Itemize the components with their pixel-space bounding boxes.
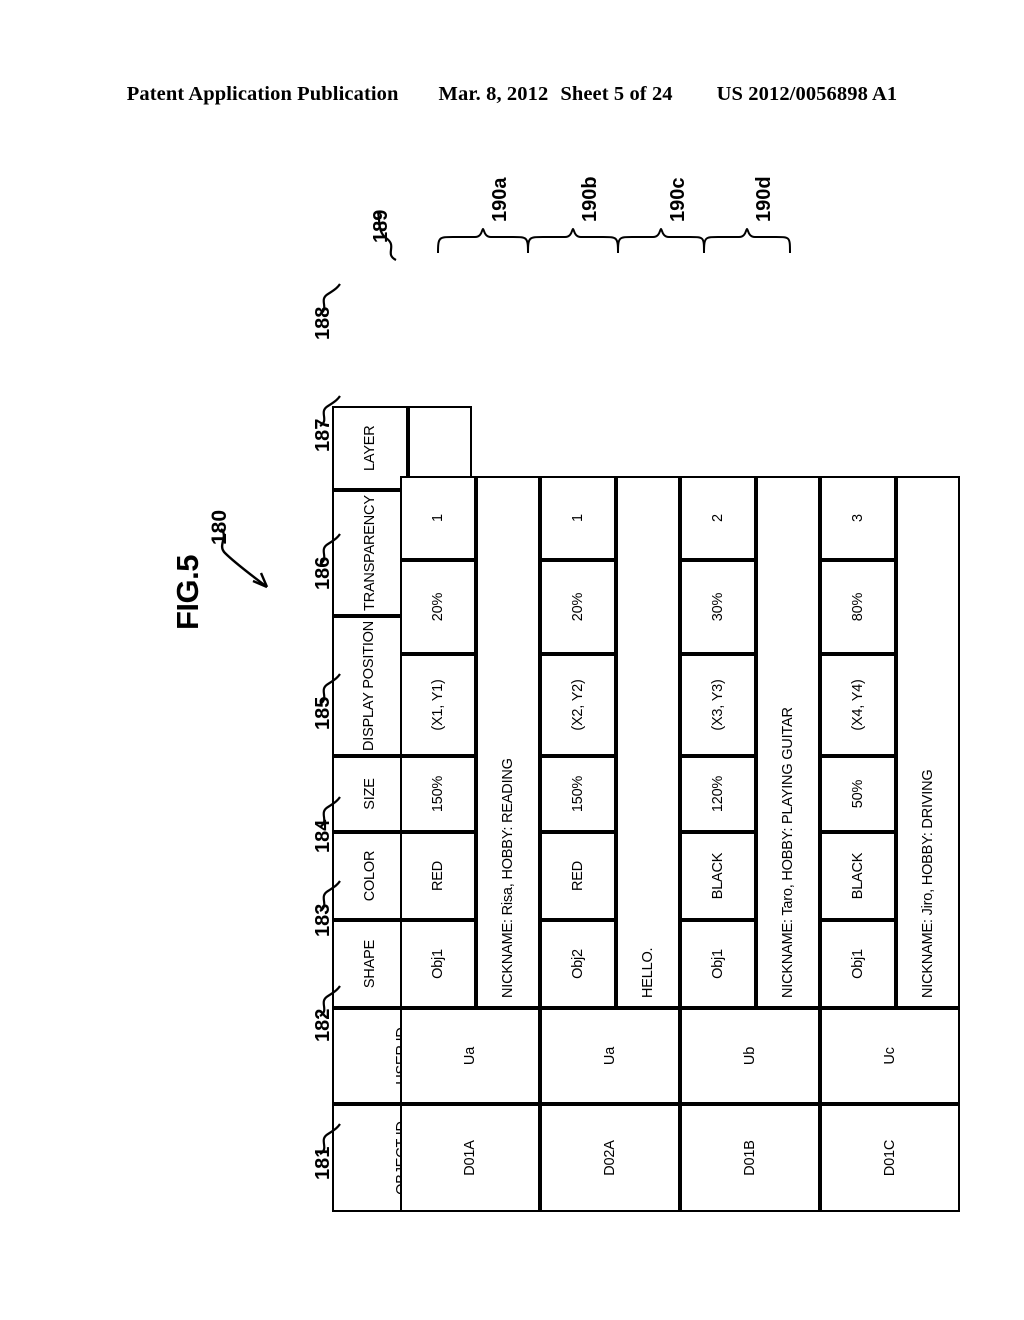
cell-shape: Obj1: [680, 920, 756, 1008]
cell-user-id: Uc: [820, 1008, 960, 1104]
cell-layer: 1: [400, 476, 476, 560]
cell-layer: 1: [540, 476, 616, 560]
cell-display-information: NICKNAME: Taro, HOBBY: PLAYING GUITAR: [756, 476, 820, 1008]
cell-color: RED: [400, 832, 476, 920]
cell-transparency: 20%: [400, 560, 476, 654]
cell-display-position: (X2, Y2): [540, 654, 616, 756]
cell-shape: Obj1: [820, 920, 896, 1008]
leader-squiggle-182: [319, 985, 341, 1017]
leader-squiggle-184: [319, 796, 341, 828]
publication-date: Mar. 8, 2012: [438, 83, 549, 105]
column-header-layer: LAYER: [332, 406, 408, 491]
figure-title: FIG.5: [170, 554, 205, 630]
table-row[interactable]: D01C Uc Obj1 BLACK 50% (X4, Y4) 80% 3: [820, 476, 960, 1212]
leader-squiggle-188: [319, 283, 341, 315]
cell-color: BLACK: [820, 832, 896, 920]
cell-user-id: Ua: [540, 1008, 680, 1104]
cell-object-id: D01B: [680, 1104, 820, 1212]
patent-number: US 2012/0056898 A1: [716, 83, 898, 105]
cell-transparency: 30%: [680, 560, 756, 654]
brace-190c: [617, 228, 705, 254]
cell-display-information: NICKNAME: Risa, HOBBY: READING: [476, 476, 540, 1008]
leader-squiggle-181: [319, 1123, 341, 1155]
cell-transparency: 20%: [540, 560, 616, 654]
cell-display-position: (X1, Y1): [400, 654, 476, 756]
cell-display-information: NICKNAME: Jiro, HOBBY: DRIVING: [896, 476, 960, 1008]
cell-user-id: Ua: [400, 1008, 540, 1104]
cell-display-position: (X4, Y4): [820, 654, 896, 756]
cell-object-id: D02A: [540, 1104, 680, 1212]
cell-size: 50%: [820, 756, 896, 832]
leader-arrow-180: [220, 528, 269, 589]
ref-190d: 190d: [753, 176, 775, 222]
leader-squiggle-183: [319, 880, 341, 912]
ref-190a: 190a: [489, 177, 511, 223]
cell-user-id: Ub: [680, 1008, 820, 1104]
cell-shape: Obj2: [540, 920, 616, 1008]
cell-layer: 2: [680, 476, 756, 560]
cell-size: 150%: [540, 756, 616, 832]
page-header: Patent Application Publication Mar. 8, 20…: [0, 83, 1024, 106]
table-data-block: D01A Ua Obj1 RED 150% (X1, Y1) 20% 1 NIC…: [400, 476, 960, 1212]
cell-object-id: D01C: [820, 1104, 960, 1212]
cell-size: 120%: [680, 756, 756, 832]
column-header-color: COLOR: [332, 832, 408, 920]
leader-squiggle-185: [319, 673, 341, 705]
ref-190b: 190b: [579, 176, 601, 222]
cell-display-position: (X3, Y3): [680, 654, 756, 756]
leader-squiggle-189: [376, 211, 397, 261]
cell-layer: 3: [820, 476, 896, 560]
table-row[interactable]: D01B Ub Obj1 BLACK 120% (X3, Y3) 30% 2: [680, 476, 820, 1212]
table-row[interactable]: D02A Ua Obj2 RED 150% (X2, Y2) 20% 1: [540, 476, 680, 1212]
cell-color: RED: [540, 832, 616, 920]
cell-shape: Obj1: [400, 920, 476, 1008]
table-row[interactable]: D01A Ua Obj1 RED 150% (X1, Y1) 20% 1: [400, 476, 540, 1212]
cell-display-information: HELLO.: [616, 476, 680, 1008]
brace-190d: [703, 228, 791, 254]
cell-size: 150%: [400, 756, 476, 832]
brace-190a: [437, 228, 529, 254]
cell-object-id: D01A: [400, 1104, 540, 1212]
leader-squiggle-187: [319, 395, 341, 427]
sheet-number: Sheet 5 of 24: [560, 83, 673, 105]
cell-transparency: 80%: [820, 560, 896, 654]
cell-color: BLACK: [680, 832, 756, 920]
column-header-shape: SHAPE: [332, 920, 408, 1008]
column-header-transparency: TRANSPARENCY: [332, 490, 408, 616]
publication-label: Patent Application Publication: [126, 83, 399, 105]
brace-190b: [527, 228, 619, 254]
column-header-display-position: DISPLAY POSITION: [332, 615, 408, 756]
object-management-table: OBJECT ID USER ID SHAPE COLOR SIZE DISPL…: [332, 252, 960, 1212]
column-header-size: SIZE: [332, 756, 408, 832]
leader-squiggle-186: [319, 533, 341, 565]
ref-190c: 190c: [667, 177, 689, 223]
